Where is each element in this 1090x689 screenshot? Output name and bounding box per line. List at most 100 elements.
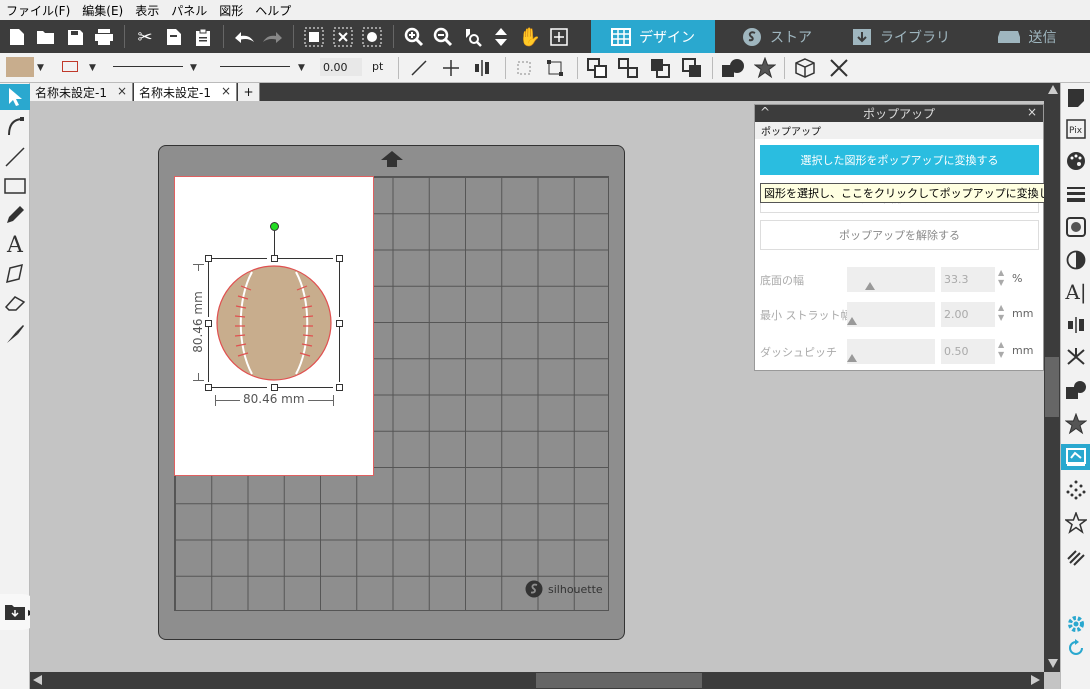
edit-points-icon[interactable]: [2, 113, 28, 139]
resize-handle[interactable]: [205, 255, 212, 262]
text-tool-icon[interactable]: A: [2, 232, 28, 258]
line-style-selector[interactable]: [113, 66, 183, 67]
base-width-spinner[interactable]: ▲ ▼: [998, 268, 1004, 288]
sync-icon[interactable]: [1063, 635, 1089, 661]
transform-icon[interactable]: [544, 56, 566, 80]
fill-color-palette-icon[interactable]: [1063, 148, 1089, 174]
replicate-panel-icon[interactable]: [1063, 344, 1089, 370]
text-style-icon[interactable]: A|: [1063, 279, 1089, 305]
horizontal-scrollbar[interactable]: [30, 672, 1044, 689]
dash-pitch-slider[interactable]: [847, 339, 935, 364]
menu-view[interactable]: 表示: [135, 2, 159, 19]
pencil-icon[interactable]: [2, 202, 28, 228]
resize-handle[interactable]: [336, 384, 343, 391]
menu-file[interactable]: ファイル(F): [6, 2, 70, 19]
fill-color-dropdown-icon[interactable]: ▼: [37, 56, 44, 80]
replicate-icon[interactable]: [513, 56, 535, 80]
line-join-selector[interactable]: [220, 66, 290, 67]
deselect-icon[interactable]: [330, 24, 356, 50]
line-join-dropdown-icon[interactable]: ▼: [298, 56, 305, 80]
dash-pitch-input[interactable]: 0.50: [941, 339, 995, 364]
base-width-input[interactable]: 33.3: [941, 267, 995, 292]
line-width-input[interactable]: 0.00: [320, 58, 362, 76]
ungroup-icon[interactable]: [616, 56, 640, 80]
horizontal-scroll-thumb[interactable]: [536, 673, 702, 688]
line-color-dropdown-icon[interactable]: ▼: [89, 56, 96, 80]
baseball-shape[interactable]: [215, 264, 333, 382]
resize-handle[interactable]: [205, 384, 212, 391]
fill-color-swatch[interactable]: [6, 57, 34, 77]
open-folder-icon[interactable]: [33, 24, 59, 50]
close-x-icon[interactable]: [826, 56, 852, 80]
star-panel-icon[interactable]: [1063, 411, 1089, 437]
align-panel-icon[interactable]: [1063, 312, 1089, 338]
select-by-color-icon[interactable]: [359, 24, 385, 50]
image-effects-icon[interactable]: [1063, 214, 1089, 240]
vertical-scroll-thumb[interactable]: [1045, 357, 1059, 417]
min-strut-width-slider[interactable]: [847, 302, 935, 327]
menu-help[interactable]: ヘルプ: [255, 2, 291, 19]
select-pointer-icon[interactable]: [0, 84, 30, 110]
resize-handle[interactable]: [205, 320, 212, 327]
zoom-in-icon[interactable]: [401, 24, 427, 50]
tab-send[interactable]: 送信: [963, 20, 1090, 53]
redo-icon[interactable]: [260, 24, 286, 50]
group-icon[interactable]: [585, 56, 609, 80]
convert-to-popup-button[interactable]: 選択した図形をポップアップに変換する: [760, 145, 1039, 175]
base-width-slider[interactable]: [847, 267, 935, 292]
line-tool-icon[interactable]: [408, 56, 430, 80]
pan-hand-icon[interactable]: ✋: [517, 24, 543, 50]
menu-shape[interactable]: 図形: [219, 2, 243, 19]
close-panel-icon[interactable]: ×: [1027, 105, 1037, 119]
new-file-icon[interactable]: [4, 24, 30, 50]
star-icon[interactable]: [752, 56, 778, 80]
modify-panel-icon[interactable]: [1063, 377, 1089, 403]
rectangle-icon[interactable]: [2, 173, 28, 199]
star-outline-icon[interactable]: [1063, 510, 1089, 536]
3d-box-icon[interactable]: [792, 56, 818, 80]
line-style-icon[interactable]: [1063, 181, 1089, 207]
eraser-icon[interactable]: [2, 290, 28, 316]
sketch-icon[interactable]: [1063, 544, 1089, 570]
shapes-icon[interactable]: [720, 56, 746, 80]
pixscan-icon[interactable]: Pix: [1063, 116, 1089, 142]
page-setup-icon[interactable]: [1063, 85, 1089, 111]
scroll-left-arrow-icon[interactable]: [33, 675, 42, 685]
doc-tab[interactable]: 名称未設定-1 ×: [30, 83, 133, 101]
settings-gear-icon[interactable]: [1063, 611, 1089, 637]
resize-handle[interactable]: [336, 320, 343, 327]
copy-icon[interactable]: [161, 24, 187, 50]
resize-handle[interactable]: [271, 384, 278, 391]
min-strut-width-spinner[interactable]: ▲ ▼: [998, 303, 1004, 323]
rhinestone-icon[interactable]: [1063, 477, 1089, 503]
line-draw-icon[interactable]: [2, 144, 28, 170]
cut-icon[interactable]: ✂: [132, 24, 158, 50]
offset-contrast-icon[interactable]: [1063, 247, 1089, 273]
close-tab-icon[interactable]: ×: [117, 84, 127, 98]
zoom-fit-icon[interactable]: [546, 24, 572, 50]
brush-icon[interactable]: [2, 321, 28, 347]
knife-tool-icon[interactable]: [2, 260, 28, 286]
add-tab-button[interactable]: +: [238, 83, 260, 101]
vertical-scrollbar[interactable]: [1044, 83, 1060, 672]
close-tab-icon[interactable]: ×: [221, 84, 231, 98]
min-strut-width-input[interactable]: 2.00: [941, 302, 995, 327]
menu-panel[interactable]: パネル: [171, 2, 207, 19]
fit-to-page-icon[interactable]: [488, 24, 514, 50]
dash-pitch-spinner[interactable]: ▲ ▼: [998, 340, 1004, 360]
move-tool-icon[interactable]: [440, 56, 462, 80]
save-icon[interactable]: [62, 24, 88, 50]
collapse-chevron-icon[interactable]: ^: [760, 105, 770, 119]
paste-icon[interactable]: [190, 24, 216, 50]
line-color-swatch[interactable]: [62, 61, 78, 72]
scroll-right-arrow-icon[interactable]: [1031, 675, 1040, 685]
send-to-back-icon[interactable]: [680, 56, 704, 80]
scroll-down-arrow-icon[interactable]: [1048, 659, 1058, 668]
release-popup-button[interactable]: ポップアップを解除する: [760, 220, 1039, 250]
scroll-up-arrow-icon[interactable]: [1048, 85, 1058, 94]
line-style-dropdown-icon[interactable]: ▼: [190, 56, 197, 80]
tab-store[interactable]: ストア: [715, 20, 839, 53]
resize-handle[interactable]: [271, 255, 278, 262]
doc-tab-active[interactable]: 名称未設定-1 ×: [134, 83, 237, 101]
select-all-icon[interactable]: [301, 24, 327, 50]
